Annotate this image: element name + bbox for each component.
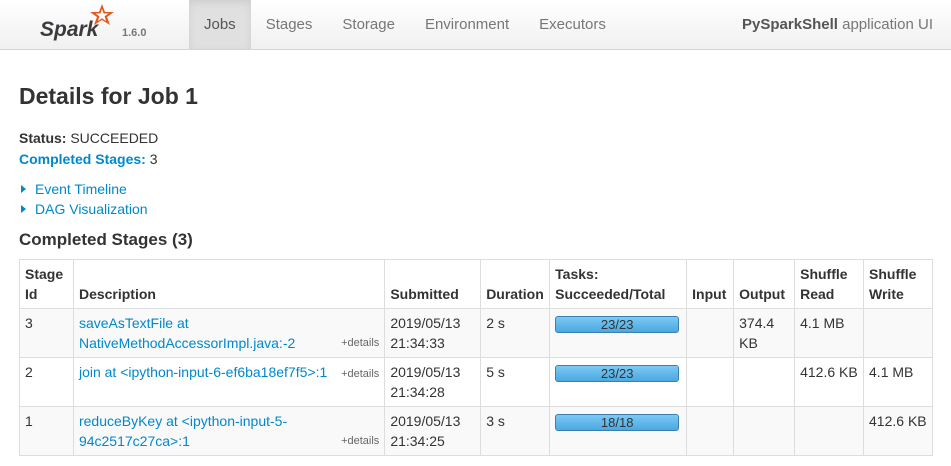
stage-description-link[interactable]: join at <ipython-input-6-ef6ba18ef7f5>:1	[79, 364, 327, 380]
dag-visualization-toggle[interactable]: DAG Visualization	[19, 199, 933, 219]
table-header-row: Stage Id Description Submitted Duration Task…	[19, 259, 933, 309]
column-header[interactable]: Shuffle Write	[863, 259, 933, 309]
tasks-progress-bar: 23/23	[555, 316, 680, 333]
column-header[interactable]: Submitted	[384, 259, 482, 309]
column-header[interactable]: Tasks: Succeeded/Total	[549, 259, 688, 309]
spark-logo[interactable]: Spark	[38, 2, 120, 48]
collapsibles: Event Timeline DAG Visualization	[19, 179, 933, 219]
column-header[interactable]: Output	[733, 259, 796, 309]
app-title: PySparkShell application UI	[742, 0, 933, 49]
details-toggle[interactable]: +details	[341, 431, 379, 451]
output-cell	[733, 357, 796, 407]
description-cell: +details join at <ipython-input-6-ef6ba18…	[72, 357, 386, 407]
page-title: Details for Job 1	[19, 83, 198, 109]
dag-visualization-label: DAG Visualization	[35, 201, 148, 217]
app-suffix: application UI	[837, 16, 933, 33]
tasks-progress-bar: 23/23	[555, 365, 680, 382]
stage-description-link[interactable]: saveAsTextFile at NativeMethodAccessorIm…	[79, 315, 295, 351]
status-label: Status:	[19, 130, 67, 146]
column-header[interactable]: Input	[686, 259, 735, 309]
section-title: Completed Stages (3)	[19, 230, 193, 249]
input-cell	[686, 357, 735, 407]
tab-storage[interactable]: Storage	[327, 0, 410, 49]
submitted-cell: 2019/05/13 21:34:28	[384, 357, 482, 407]
duration-cell: 3 s	[480, 406, 551, 456]
table-row: 3 +details saveAsTextFile at NativeMethodA…	[19, 308, 933, 358]
shuffle-write-cell: 4.1 MB	[863, 357, 933, 407]
navbar: Spark 1.6.0 Jobs Stages Storage Environment…	[0, 0, 951, 50]
table-body: 3 +details saveAsTextFile at NativeMethodA…	[19, 308, 933, 456]
description-cell: +details saveAsTextFile at NativeMethodAc…	[72, 308, 386, 358]
table-row: 1 +details reduceByKey at <ipython-input-5…	[19, 406, 933, 456]
completed-stages-line: Completed Stages: 3	[19, 149, 933, 170]
status-line: Status: SUCCEEDED	[19, 128, 933, 149]
main-content: Details for Job 1 Status: SUCCEEDED Comp…	[19, 50, 933, 456]
details-toggle[interactable]: +details	[341, 364, 379, 384]
column-header[interactable]: Description	[72, 259, 386, 309]
job-summary: Status: SUCCEEDED Completed Stages: 3	[19, 128, 933, 170]
completed-stages-count: 3	[145, 151, 158, 167]
input-cell	[686, 406, 735, 456]
duration-cell: 5 s	[480, 357, 551, 407]
shuffle-write-cell	[863, 308, 933, 358]
tasks-progress-text: 23/23	[600, 317, 634, 332]
tab-environment[interactable]: Environment	[410, 0, 524, 49]
tasks-cell: 23/23	[549, 357, 688, 407]
event-timeline-toggle[interactable]: Event Timeline	[19, 179, 933, 199]
details-toggle[interactable]: +details	[341, 333, 379, 353]
tasks-cell: 18/18	[549, 406, 688, 456]
submitted-cell: 2019/05/13 21:34:33	[384, 308, 482, 358]
column-header[interactable]: Stage Id	[19, 259, 74, 309]
tasks-cell: 23/23	[549, 308, 688, 358]
tab-stages[interactable]: Stages	[251, 0, 328, 49]
stage-id-cell: 2	[19, 357, 74, 407]
shuffle-write-cell: 412.6 KB	[863, 406, 933, 456]
caret-right-icon	[21, 185, 26, 193]
output-cell: 374.4 KB	[733, 308, 796, 358]
tasks-progress-text: 18/18	[600, 415, 634, 430]
app-name: PySparkShell	[742, 16, 838, 33]
column-header[interactable]: Shuffle Read	[794, 259, 865, 309]
duration-cell: 2 s	[480, 308, 551, 358]
spark-star-icon: Spark	[40, 4, 114, 41]
stage-description-link[interactable]: reduceByKey at <ipython-input-5-94c2517c…	[79, 413, 287, 449]
table-row: 2 +details join at <ipython-input-6-ef6ba1…	[19, 357, 933, 407]
completed-stages-table: Stage Id Description Submitted Duration Task…	[19, 259, 933, 456]
output-cell	[733, 406, 796, 456]
tasks-progress-bar: 18/18	[555, 414, 680, 431]
stage-id-cell: 1	[19, 406, 74, 456]
shuffle-read-cell	[794, 406, 865, 456]
stage-id-cell: 3	[19, 308, 74, 358]
column-header[interactable]: Duration	[480, 259, 551, 309]
logo-text: Spark	[40, 18, 100, 41]
completed-stages-link[interactable]: Completed Stages:	[19, 151, 146, 167]
tab-executors[interactable]: Executors	[524, 0, 621, 49]
shuffle-read-cell: 412.6 KB	[794, 357, 865, 407]
caret-right-icon	[21, 205, 26, 213]
submitted-cell: 2019/05/13 21:34:25	[384, 406, 482, 456]
tab-jobs[interactable]: Jobs	[189, 0, 251, 49]
description-cell: +details reduceByKey at <ipython-input-5-…	[72, 406, 386, 456]
shuffle-read-cell: 4.1 MB	[794, 308, 865, 358]
version-label: 1.6.0	[122, 27, 147, 39]
status-value: SUCCEEDED	[66, 130, 159, 146]
event-timeline-label: Event Timeline	[35, 181, 127, 197]
input-cell	[686, 308, 735, 358]
tasks-progress-text: 23/23	[600, 366, 634, 381]
nav-tabs: Jobs Stages Storage Environment Executors	[189, 0, 621, 49]
